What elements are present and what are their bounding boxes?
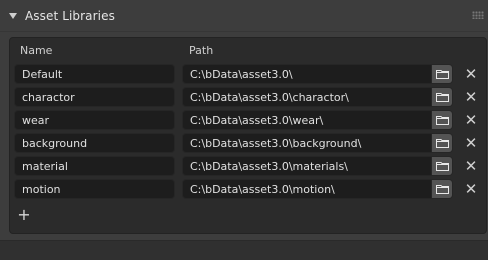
library-name-field[interactable]: motion	[14, 179, 175, 199]
folder-icon	[436, 185, 449, 194]
library-name-field[interactable]: background	[14, 133, 175, 153]
add-library-button[interactable]: +	[17, 207, 31, 223]
library-name-field[interactable]: wear	[14, 110, 175, 130]
folder-icon	[436, 139, 449, 148]
name-column-header: Name	[20, 44, 53, 57]
library-name-field[interactable]: material	[14, 156, 175, 176]
remove-library-button[interactable]: ✕	[462, 65, 480, 83]
close-icon: ✕	[464, 180, 478, 198]
remove-library-button[interactable]: ✕	[462, 88, 480, 106]
browse-folder-button[interactable]	[432, 110, 453, 130]
browse-folder-button[interactable]	[432, 156, 453, 176]
library-path-field[interactable]: C:\bData\asset3.0\background\	[182, 133, 432, 153]
library-path-field[interactable]: C:\bData\asset3.0\motion\	[182, 179, 432, 199]
drag-handle-icon[interactable]	[472, 11, 484, 19]
browse-folder-button[interactable]	[432, 133, 453, 153]
folder-icon	[436, 70, 449, 79]
header-divider	[0, 31, 488, 32]
close-icon: ✕	[464, 157, 478, 175]
browse-folder-button[interactable]	[432, 179, 453, 199]
asset-libraries-panel: Asset Libraries Name Path Default C:\bDa…	[0, 0, 488, 241]
library-path-field[interactable]: C:\bData\asset3.0\wear\	[182, 110, 432, 130]
remove-library-button[interactable]: ✕	[462, 157, 480, 175]
remove-library-button[interactable]: ✕	[462, 134, 480, 152]
library-name-field[interactable]: Default	[14, 64, 175, 84]
library-path-field[interactable]: C:\bData\asset3.0\charactor\	[182, 87, 432, 107]
library-name-field[interactable]: charactor	[14, 87, 175, 107]
panel-title: Asset Libraries	[25, 9, 115, 23]
browse-folder-button[interactable]	[432, 64, 453, 84]
library-row: material C:\bData\asset3.0\materials\ ✕	[0, 156, 488, 178]
path-column-header: Path	[189, 44, 214, 57]
close-icon: ✕	[464, 134, 478, 152]
library-row: wear C:\bData\asset3.0\wear\ ✕	[0, 110, 488, 132]
library-row: background C:\bData\asset3.0\background\…	[0, 133, 488, 155]
library-path-field[interactable]: C:\bData\asset3.0\	[182, 64, 432, 84]
panel-header[interactable]: Asset Libraries	[0, 0, 488, 32]
plus-icon: +	[17, 205, 31, 224]
library-row: Default C:\bData\asset3.0\ ✕	[0, 64, 488, 86]
library-path-field[interactable]: C:\bData\asset3.0\materials\	[182, 156, 432, 176]
library-row: motion C:\bData\asset3.0\motion\ ✕	[0, 179, 488, 201]
library-row: charactor C:\bData\asset3.0\charactor\ ✕	[0, 87, 488, 109]
folder-icon	[436, 162, 449, 171]
folder-icon	[436, 93, 449, 102]
remove-library-button[interactable]: ✕	[462, 111, 480, 129]
close-icon: ✕	[464, 111, 478, 129]
folder-icon	[436, 116, 449, 125]
chevron-down-icon[interactable]	[9, 13, 17, 19]
remove-library-button[interactable]: ✕	[462, 180, 480, 198]
browse-folder-button[interactable]	[432, 87, 453, 107]
close-icon: ✕	[464, 65, 478, 83]
close-icon: ✕	[464, 88, 478, 106]
